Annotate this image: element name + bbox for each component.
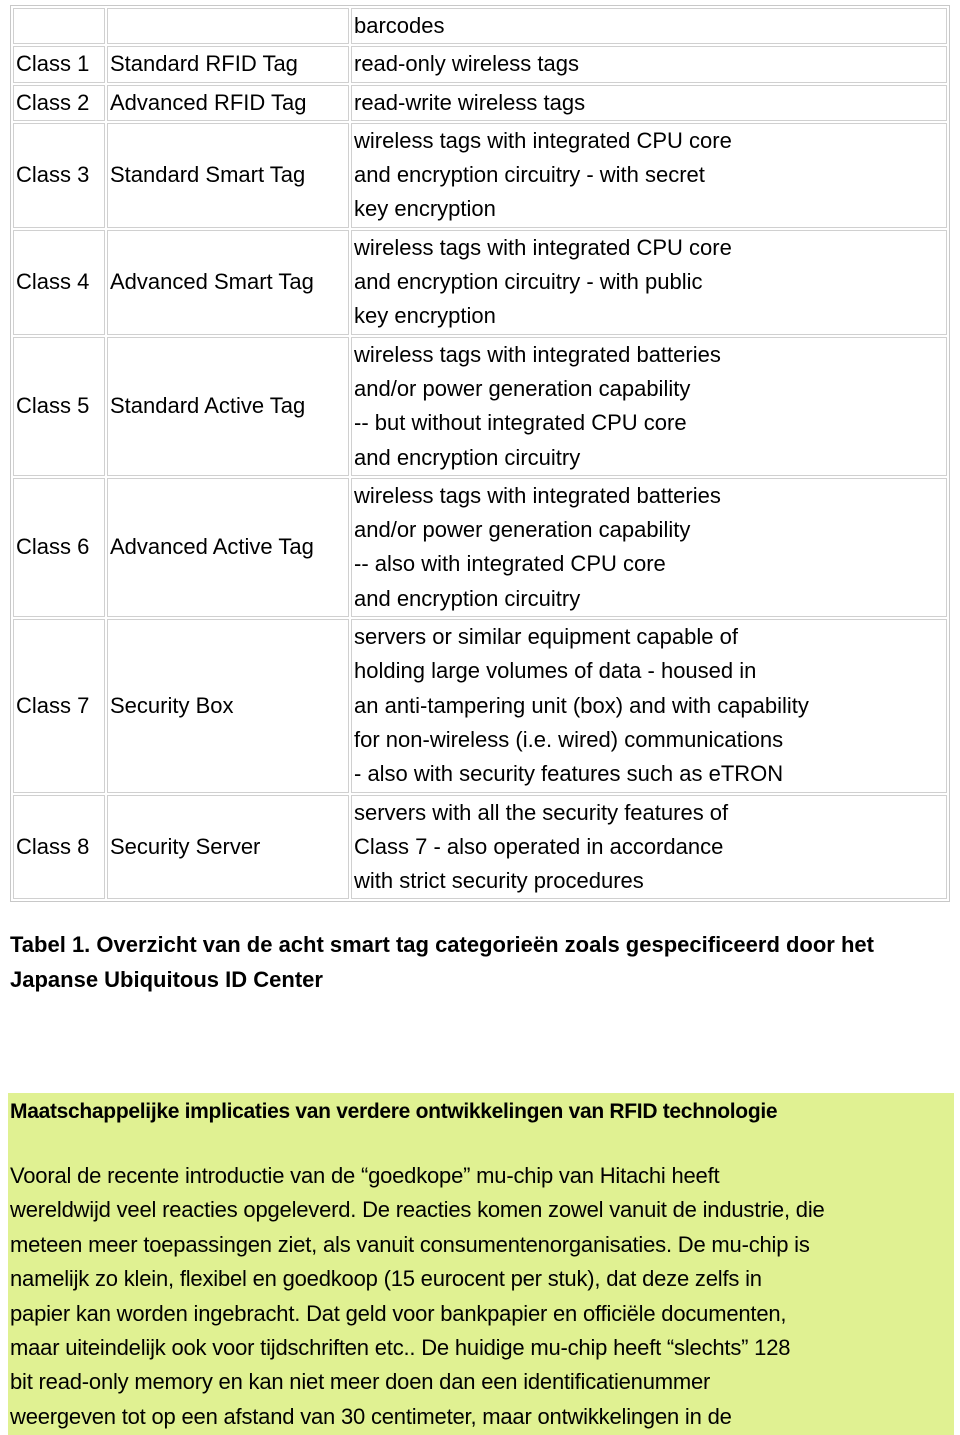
body-line: maar uiteindelijk ook voor tijdschriften…	[10, 1335, 791, 1361]
description-line: and encryption circuitry	[354, 585, 581, 611]
highlight-box: Maatschappelijke implicaties van verdere…	[8, 1093, 954, 1435]
description-cell: wireless tags with integrated CPU core an…	[351, 122, 947, 228]
caption-line: Japanse Ubiquitous ID Center	[10, 966, 323, 992]
body-line: bit read-only memory en kan niet meer do…	[10, 1369, 711, 1395]
description-line: key encryption	[354, 303, 496, 329]
name-cell: Standard Smart Tag	[107, 122, 349, 228]
description-line: -- but without integrated CPU core	[354, 410, 687, 436]
description-line: servers or similar equipment capable of	[354, 624, 738, 650]
table-row: Class 2 Advanced RFID Tag read-write wirel…	[13, 84, 947, 121]
class-cell: Class 5	[13, 336, 105, 476]
description-line: read-write wireless tags	[354, 89, 586, 115]
section-body: Vooral de recente introductie van de “go…	[10, 1159, 825, 1434]
name-cell: Standard RFID Tag	[107, 46, 349, 83]
description-cell: read-write wireless tags	[351, 84, 947, 121]
description-line: and/or power generation capability	[354, 517, 691, 543]
class-cell: Class 7	[13, 619, 105, 793]
body-line: meteen meer toepassingen ziet, als vanui…	[10, 1231, 810, 1257]
class-cell	[13, 8, 105, 45]
description-cell: barcodes	[351, 8, 947, 45]
description-line: wireless tags with integrated CPU core	[354, 127, 732, 153]
description-line: -- also with integrated CPU core	[354, 551, 666, 577]
section-heading: Maatschappelijke implicaties van verdere…	[10, 1100, 778, 1123]
name-cell: Advanced Smart Tag	[107, 229, 349, 335]
name-cell	[107, 8, 349, 45]
table-row: Class 6 Advanced Active Tag wireless tags …	[13, 477, 947, 618]
class-cell: Class 2	[13, 84, 105, 121]
body-line: namelijk zo klein, flexibel en goedkoop …	[10, 1266, 762, 1292]
table-row: Class 5 Standard Active Tag wireless tags …	[13, 336, 947, 476]
description-line: with strict security procedures	[354, 868, 644, 894]
caption-line: Tabel 1. Overzicht van de acht smart tag…	[10, 932, 874, 957]
table-caption: Tabel 1. Overzicht van de acht smart tag…	[10, 928, 955, 997]
description-cell: read-only wireless tags	[351, 46, 947, 83]
description-line: and/or power generation capability	[354, 375, 691, 401]
class-cell: Class 6	[13, 477, 105, 618]
name-cell: Advanced RFID Tag	[107, 84, 349, 121]
body-line: weergeven tot op een afstand van 30 cent…	[10, 1403, 732, 1429]
body-line: papier kan worden ingebracht. Dat geld v…	[10, 1300, 787, 1326]
tag-class-table: barcodes Class 1 Standard RFID Tag read-onl…	[10, 5, 950, 903]
body-line: wereldwijd veel reacties opgeleverd. De …	[10, 1197, 825, 1223]
description-line: and encryption circuitry - with secret	[354, 162, 705, 188]
description-line: holding large volumes of data - housed i…	[354, 658, 757, 684]
description-cell: wireless tags with integrated CPU core an…	[351, 229, 947, 335]
table-row: Class 3 Standard Smart Tag wireless tags w…	[13, 122, 947, 228]
class-cell: Class 8	[13, 794, 105, 900]
name-cell: Standard Active Tag	[107, 336, 349, 476]
description-line: read-only wireless tags	[354, 51, 579, 77]
description-line: servers with all the security features o…	[354, 799, 729, 825]
class-cell: Class 1	[13, 46, 105, 83]
description-line: for non-wireless (i.e. wired) communicat…	[354, 726, 784, 752]
description-line: wireless tags with integrated batteries	[354, 482, 721, 508]
description-cell: servers with all the security features o…	[351, 794, 947, 900]
description-line: key encryption	[354, 196, 496, 222]
class-cell: Class 3	[13, 122, 105, 228]
table-row: Class 7 Security Box servers or similar eq…	[13, 619, 947, 793]
name-cell: Advanced Active Tag	[107, 477, 349, 618]
name-cell: Security Box	[107, 619, 349, 793]
table-row: Class 1 Standard RFID Tag read-only wirele…	[13, 46, 947, 83]
description-line: - also with security features such as eT…	[354, 761, 784, 787]
table-row: barcodes	[13, 8, 947, 45]
description-line: and encryption circuitry	[354, 444, 581, 470]
table-row: Class 4 Advanced Smart Tag wireless tags w…	[13, 229, 947, 335]
name-cell: Security Server	[107, 794, 349, 900]
description-line: wireless tags with integrated batteries	[354, 341, 721, 367]
description-line: barcodes	[354, 13, 445, 38]
description-line: Class 7 - also operated in accordance	[354, 833, 724, 859]
body-line: Vooral de recente introductie van de “go…	[10, 1163, 720, 1188]
description-line: an anti-tampering unit (box) and with ca…	[354, 692, 809, 718]
table-row: Class 8 Security Server servers with all t…	[13, 794, 947, 900]
description-cell: servers or similar equipment capable of h…	[351, 619, 947, 793]
description-cell: wireless tags with integrated batteries a…	[351, 336, 947, 476]
description-cell: wireless tags with integrated batteries a…	[351, 477, 947, 618]
class-cell: Class 4	[13, 229, 105, 335]
description-line: and encryption circuitry - with public	[354, 269, 703, 295]
description-line: wireless tags with integrated CPU core	[354, 234, 732, 260]
